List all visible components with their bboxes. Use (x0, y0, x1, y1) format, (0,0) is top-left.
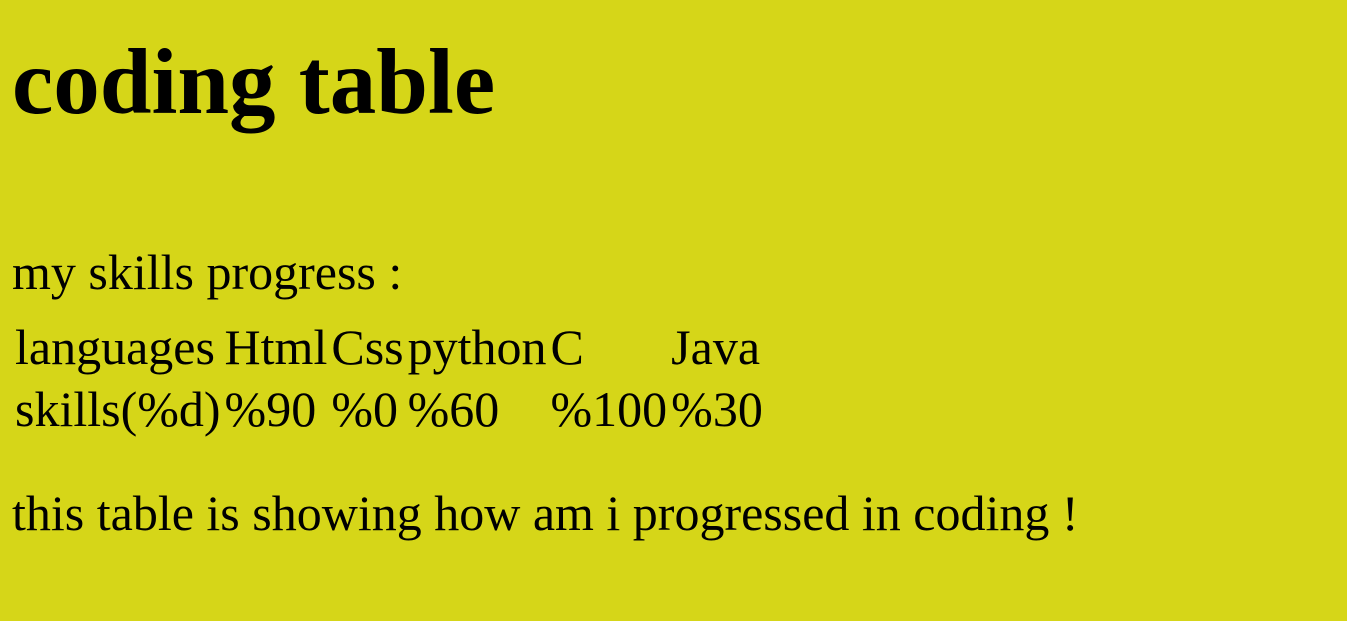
cell-c-skill: %100 (550, 380, 668, 437)
cell-html-skill: %90 (224, 380, 317, 437)
footer-text: this table is showing how am i progresse… (12, 485, 1079, 541)
table-header-row: languages Html Css python C Java (14, 318, 764, 378)
header-cell-java: Java (671, 319, 761, 375)
cell-python-skill: %60 (407, 380, 500, 437)
table-row: skills(%d) %90 %0 %60 %100 %30 (14, 380, 764, 440)
page: coding table my skills progress : langua… (12, 0, 1332, 621)
header-cell-languages: languages (15, 319, 215, 375)
cell-css-skill: %0 (331, 380, 398, 437)
header-cell-c: C (550, 319, 584, 375)
page-title: coding table (12, 31, 496, 134)
table-caption: my skills progress : (12, 244, 403, 300)
header-cell-html: Html (224, 319, 328, 375)
row-label-skills: skills(%d) (15, 380, 221, 437)
header-cell-python: python (407, 319, 547, 375)
header-cell-css: Css (331, 319, 404, 375)
cell-java-skill: %30 (671, 380, 763, 437)
skills-table: languages Html Css python C Java skills(… (12, 316, 766, 441)
